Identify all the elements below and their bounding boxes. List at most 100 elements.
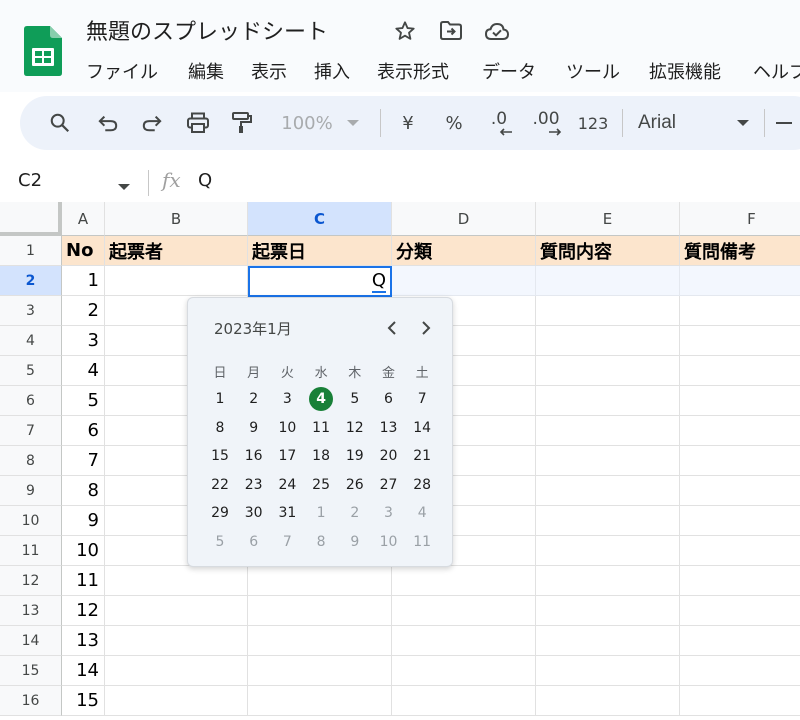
menu-view[interactable]: 表示	[251, 58, 287, 84]
calendar-day[interactable]: 10	[374, 529, 404, 555]
calendar-day[interactable]: 7	[407, 386, 437, 412]
grid-cell[interactable]	[680, 386, 800, 416]
grid-cell[interactable]	[680, 626, 800, 656]
calendar-day[interactable]: 25	[306, 472, 336, 498]
header-cell[interactable]: 質問内容	[536, 236, 680, 266]
name-box[interactable]: C2	[18, 170, 42, 191]
grid-cell[interactable]	[536, 386, 680, 416]
currency-format-button[interactable]: ¥	[394, 108, 422, 138]
zoom-dropdown-icon[interactable]	[344, 108, 362, 138]
grid-cell-number[interactable]: 8	[62, 476, 105, 506]
grid-cell[interactable]	[105, 656, 248, 686]
redo-icon[interactable]	[138, 108, 166, 138]
menu-tools[interactable]: ツール	[566, 58, 620, 84]
grid-cell[interactable]	[680, 506, 800, 536]
active-cell-c2[interactable]: Q	[248, 266, 392, 297]
grid-cell[interactable]	[105, 566, 248, 596]
document-title[interactable]: 無題のスプレッドシート	[86, 14, 328, 46]
row-header[interactable]: 11	[0, 536, 62, 566]
grid-cell[interactable]	[680, 446, 800, 476]
grid-cell[interactable]	[536, 536, 680, 566]
grid-cell[interactable]	[536, 566, 680, 596]
grid-cell-number[interactable]: 9	[62, 506, 105, 536]
grid-cell[interactable]	[105, 626, 248, 656]
column-header-f[interactable]: F	[680, 202, 800, 236]
grid-cell[interactable]	[680, 296, 800, 326]
formula-input[interactable]: Q	[198, 170, 212, 191]
calendar-day[interactable]: 6	[239, 529, 269, 555]
menu-extensions[interactable]: 拡張機能	[649, 58, 721, 84]
calendar-day[interactable]: 18	[306, 443, 336, 469]
grid-cell[interactable]	[105, 266, 248, 296]
calendar-day[interactable]: 1	[306, 500, 336, 526]
row-header[interactable]: 2	[0, 266, 62, 296]
header-cell[interactable]: 起票日	[248, 236, 392, 266]
print-icon[interactable]	[184, 108, 212, 138]
row-header[interactable]: 13	[0, 596, 62, 626]
calendar-day[interactable]: 1	[205, 386, 235, 412]
grid-cell[interactable]	[248, 566, 392, 596]
column-header-d[interactable]: D	[392, 202, 536, 236]
calendar-day[interactable]: 7	[272, 529, 302, 555]
grid-cell[interactable]	[536, 326, 680, 356]
row-header[interactable]: 8	[0, 446, 62, 476]
row-header[interactable]: 16	[0, 686, 62, 716]
menu-edit[interactable]: 編集	[188, 58, 224, 84]
header-cell[interactable]: No	[62, 236, 105, 266]
grid-cell[interactable]	[248, 596, 392, 626]
calendar-day[interactable]: 17	[272, 443, 302, 469]
grid-cell[interactable]	[392, 656, 536, 686]
select-all-corner[interactable]	[0, 202, 62, 236]
column-header-b[interactable]: B	[105, 202, 248, 236]
grid-cell-number[interactable]: 7	[62, 446, 105, 476]
grid-cell-number[interactable]: 12	[62, 596, 105, 626]
menu-format[interactable]: 表示形式	[377, 58, 449, 84]
percent-format-button[interactable]: %	[440, 108, 468, 138]
decrease-font-size-icon[interactable]	[772, 108, 796, 138]
grid-cell[interactable]	[536, 296, 680, 326]
row-header[interactable]: 7	[0, 416, 62, 446]
calendar-day[interactable]: 15	[205, 443, 235, 469]
grid-cell-number[interactable]: 11	[62, 566, 105, 596]
paint-format-icon[interactable]	[228, 108, 256, 138]
grid-cell[interactable]	[680, 326, 800, 356]
row-header[interactable]: 15	[0, 656, 62, 686]
grid-cell[interactable]	[536, 416, 680, 446]
grid-cell-number[interactable]: 1	[62, 266, 105, 296]
grid-cell-number[interactable]: 15	[62, 686, 105, 716]
font-dropdown-icon[interactable]	[734, 108, 752, 138]
move-to-folder-icon[interactable]	[438, 18, 464, 44]
grid-cell[interactable]	[392, 566, 536, 596]
star-icon[interactable]	[392, 18, 418, 44]
grid-cell-number[interactable]: 10	[62, 536, 105, 566]
row-header[interactable]: 4	[0, 326, 62, 356]
calendar-day[interactable]: 6	[374, 386, 404, 412]
column-header-c[interactable]: C	[248, 202, 392, 236]
calendar-day[interactable]: 16	[239, 443, 269, 469]
menu-data[interactable]: データ	[482, 58, 536, 84]
grid-cell[interactable]	[680, 686, 800, 716]
grid-cell-number[interactable]: 4	[62, 356, 105, 386]
calendar-day[interactable]: 8	[306, 529, 336, 555]
grid-cell[interactable]	[248, 686, 392, 716]
grid-cell[interactable]	[392, 686, 536, 716]
cloud-saved-icon[interactable]	[484, 18, 510, 44]
menu-insert[interactable]: 挿入	[314, 58, 350, 84]
calendar-day[interactable]: 27	[374, 472, 404, 498]
calendar-day[interactable]: 2	[239, 386, 269, 412]
calendar-day[interactable]: 14	[407, 415, 437, 441]
calendar-day[interactable]: 29	[205, 500, 235, 526]
row-header[interactable]: 1	[0, 236, 62, 266]
grid-cell[interactable]	[536, 476, 680, 506]
calendar-day[interactable]: 4	[407, 500, 437, 526]
name-box-dropdown-icon[interactable]	[118, 176, 130, 195]
calendar-day[interactable]: 3	[374, 500, 404, 526]
grid-cell[interactable]	[248, 626, 392, 656]
calendar-day-selected[interactable]: 4	[306, 386, 336, 412]
calendar-day[interactable]: 8	[205, 415, 235, 441]
grid-cell[interactable]	[536, 596, 680, 626]
grid-cell[interactable]	[680, 656, 800, 686]
header-cell[interactable]: 起票者	[105, 236, 248, 266]
calendar-day[interactable]: 20	[374, 443, 404, 469]
calendar-day[interactable]: 31	[272, 500, 302, 526]
